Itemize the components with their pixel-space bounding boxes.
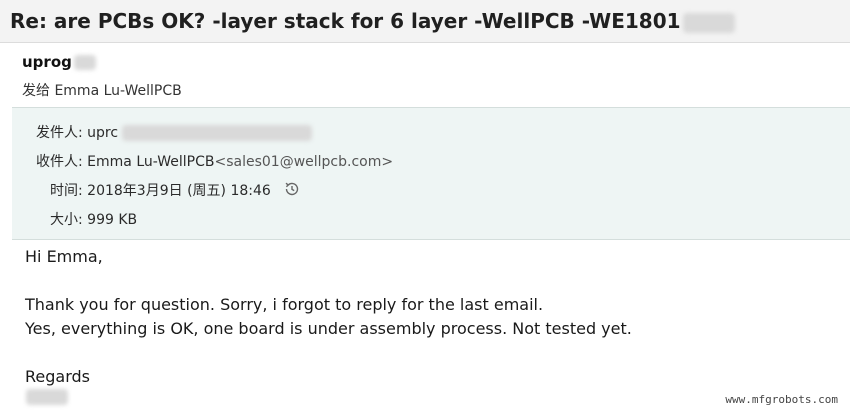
from-label: 发件人: [36, 125, 83, 141]
sent-to-line: 发给 Emma Lu-WellPCB [22, 80, 182, 100]
from-row: 发件人: uprc [36, 122, 313, 142]
body-greeting: Hi Emma, [25, 247, 103, 266]
history-clock-icon[interactable] [283, 180, 301, 202]
message-details-panel: 发件人: uprc 收件人: Emma Lu-WellPCB<sales01@w… [12, 107, 850, 240]
time-label: 时间: [50, 183, 83, 199]
size-row: 大小: 999 KB [50, 209, 137, 229]
time-value: 2018年3月9日 (周五) 18:46 [87, 183, 271, 199]
watermark: www.mfgrobots.com [725, 393, 838, 406]
body-closing: Regards [25, 367, 90, 386]
sent-to-name[interactable]: Emma Lu-WellPCB [54, 83, 181, 99]
from-value[interactable]: uprc [87, 125, 118, 141]
body-line-2: Yes, everything is OK, one board is unde… [25, 319, 632, 338]
redacted-sender [73, 55, 96, 70]
subject-bar: Re: are PCBs OK? -layer stack for 6 laye… [0, 0, 850, 43]
size-value: 999 KB [87, 212, 138, 228]
sender-header: uprog 发给 Emma Lu-WellPCB [12, 44, 850, 106]
email-subject-text: Re: are PCBs OK? -layer stack for 6 laye… [10, 9, 681, 33]
sender-name[interactable]: uprog [22, 53, 96, 71]
redacted-from-address [122, 125, 313, 141]
sender-name-text: uprog [22, 53, 72, 71]
body-line-1: Thank you for question. Sorry, i forgot … [25, 295, 544, 314]
email-subject: Re: are PCBs OK? -layer stack for 6 laye… [10, 9, 735, 33]
time-row: 时间: 2018年3月9日 (周五) 18:46 [50, 180, 301, 202]
redacted-subject-suffix [682, 12, 735, 33]
size-label: 大小: [50, 212, 83, 228]
to-name[interactable]: Emma Lu-WellPCB [87, 154, 214, 170]
redacted-signature [26, 389, 68, 405]
email-body: Hi Emma, Thank you for question. Sorry, … [12, 239, 850, 411]
sent-to-prefix: 发给 [22, 83, 50, 99]
to-email[interactable]: <sales01@wellpcb.com> [214, 154, 393, 170]
to-label: 收件人: [36, 154, 83, 170]
to-row: 收件人: Emma Lu-WellPCB<sales01@wellpcb.com… [36, 151, 393, 171]
